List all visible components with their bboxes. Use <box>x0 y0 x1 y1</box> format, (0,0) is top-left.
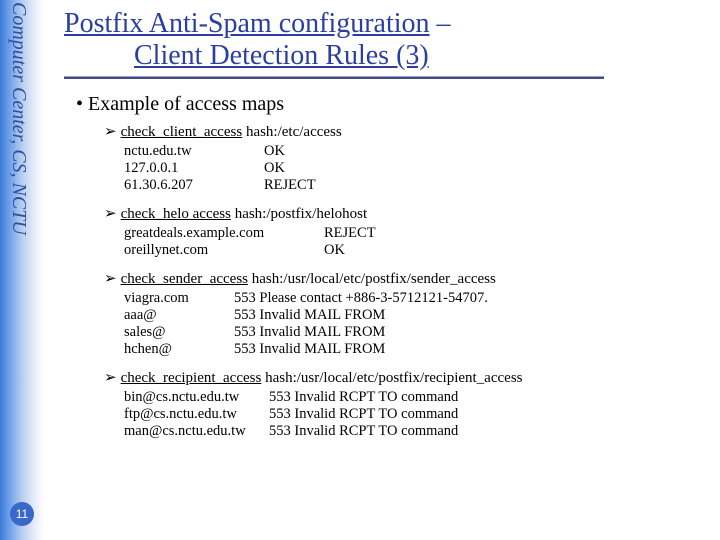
map-value: 553 Invalid MAIL FROM <box>234 307 385 323</box>
slide-root: Computer Center, CS, NCTU 11 Postfix Ant… <box>0 0 720 540</box>
map-key: oreillynet.com <box>124 242 324 259</box>
cmd-label: check_sender_access <box>121 271 248 287</box>
map-value: OK <box>264 160 285 176</box>
table-row: 61.30.6.207REJECT <box>124 177 708 194</box>
map-key: greatdeals.example.com <box>124 225 324 242</box>
table-row: viagra.com553 Please contact +886-3-5712… <box>124 290 708 307</box>
table-row: nctu.edu.twOK <box>124 143 708 160</box>
table-row: greatdeals.example.comREJECT <box>124 225 708 242</box>
table-row: bin@cs.nctu.edu.tw553 Invalid RCPT TO co… <box>124 389 708 406</box>
sidebar-gradient: Computer Center, CS, NCTU 11 <box>0 0 44 540</box>
map-value: 553 Invalid RCPT TO command <box>269 406 458 422</box>
slide-title: Postfix Anti-Spam configuration – Client… <box>64 8 708 72</box>
section-recipient-access: ➢check_recipient_access hash:/usr/local/… <box>104 368 708 440</box>
map-key: bin@cs.nctu.edu.tw <box>124 389 269 406</box>
arrow-icon: ➢ <box>104 270 117 287</box>
table-row: sales@553 Invalid MAIL FROM <box>124 324 708 341</box>
title-line1-sep: – <box>430 8 451 39</box>
map-key: 127.0.0.1 <box>124 160 264 177</box>
map-key: man@cs.nctu.edu.tw <box>124 423 269 440</box>
map-value: 553 Invalid MAIL FROM <box>234 324 385 340</box>
map-value: 553 Invalid RCPT TO command <box>269 423 458 439</box>
map-key: viagra.com <box>124 290 234 307</box>
map-table: greatdeals.example.comREJECT oreillynet.… <box>124 225 708 259</box>
cmd-label: check_helo access <box>121 206 231 222</box>
map-value: OK <box>324 242 345 258</box>
map-key: sales@ <box>124 324 234 341</box>
table-row: man@cs.nctu.edu.tw553 Invalid RCPT TO co… <box>124 423 708 440</box>
map-table: nctu.edu.twOK 127.0.0.1OK 61.30.6.207REJ… <box>124 143 708 194</box>
section-helo-access: ➢check_helo access hash:/postfix/helohos… <box>104 204 708 259</box>
table-row: oreillynet.comOK <box>124 242 708 259</box>
map-key: hchen@ <box>124 341 234 358</box>
map-value: 553 Invalid MAIL FROM <box>234 341 385 357</box>
map-table: bin@cs.nctu.edu.tw553 Invalid RCPT TO co… <box>124 389 708 440</box>
map-key: 61.30.6.207 <box>124 177 264 194</box>
cmd-path: hash:/postfix/helohost <box>231 206 367 222</box>
arrow-icon: ➢ <box>104 205 117 222</box>
map-key: aaa@ <box>124 307 234 324</box>
arrow-icon: ➢ <box>104 369 117 386</box>
bullet-example-heading: Example of access maps <box>76 93 708 116</box>
map-key: ftp@cs.nctu.edu.tw <box>124 406 269 423</box>
map-value: 553 Please contact +886-3-5712121-54707. <box>234 290 488 306</box>
map-key: nctu.edu.tw <box>124 143 264 160</box>
table-row: ftp@cs.nctu.edu.tw553 Invalid RCPT TO co… <box>124 406 708 423</box>
cmd-label: check_recipient_access <box>121 370 262 386</box>
table-row: hchen@553 Invalid MAIL FROM <box>124 341 708 358</box>
title-underline-rule <box>64 76 604 79</box>
map-value: REJECT <box>324 225 376 241</box>
cmd-path: hash:/usr/local/etc/postfix/recipient_ac… <box>261 370 522 386</box>
cmd-path: hash:/etc/access <box>242 124 342 140</box>
map-table: viagra.com553 Please contact +886-3-5712… <box>124 290 708 358</box>
arrow-icon: ➢ <box>104 123 117 140</box>
sidebar-vertical-label: Computer Center, CS, NCTU <box>7 2 30 235</box>
title-line2: Client Detection Rules (3) <box>64 40 429 71</box>
table-row: aaa@553 Invalid MAIL FROM <box>124 307 708 324</box>
cmd-label: check_client_access <box>121 124 243 140</box>
table-row: 127.0.0.1OK <box>124 160 708 177</box>
section-sender-access: ➢check_sender_access hash:/usr/local/etc… <box>104 269 708 358</box>
map-value: OK <box>264 143 285 159</box>
title-line1-main: Postfix Anti-Spam configuration <box>64 8 430 39</box>
map-value: REJECT <box>264 177 316 193</box>
map-value: 553 Invalid RCPT TO command <box>269 389 458 405</box>
section-client-access: ➢check_client_access hash:/etc/access nc… <box>104 122 708 194</box>
cmd-path: hash:/usr/local/etc/postfix/sender_acces… <box>248 271 496 287</box>
content-area: Postfix Anti-Spam configuration – Client… <box>64 8 708 532</box>
page-number-badge: 11 <box>10 502 34 526</box>
